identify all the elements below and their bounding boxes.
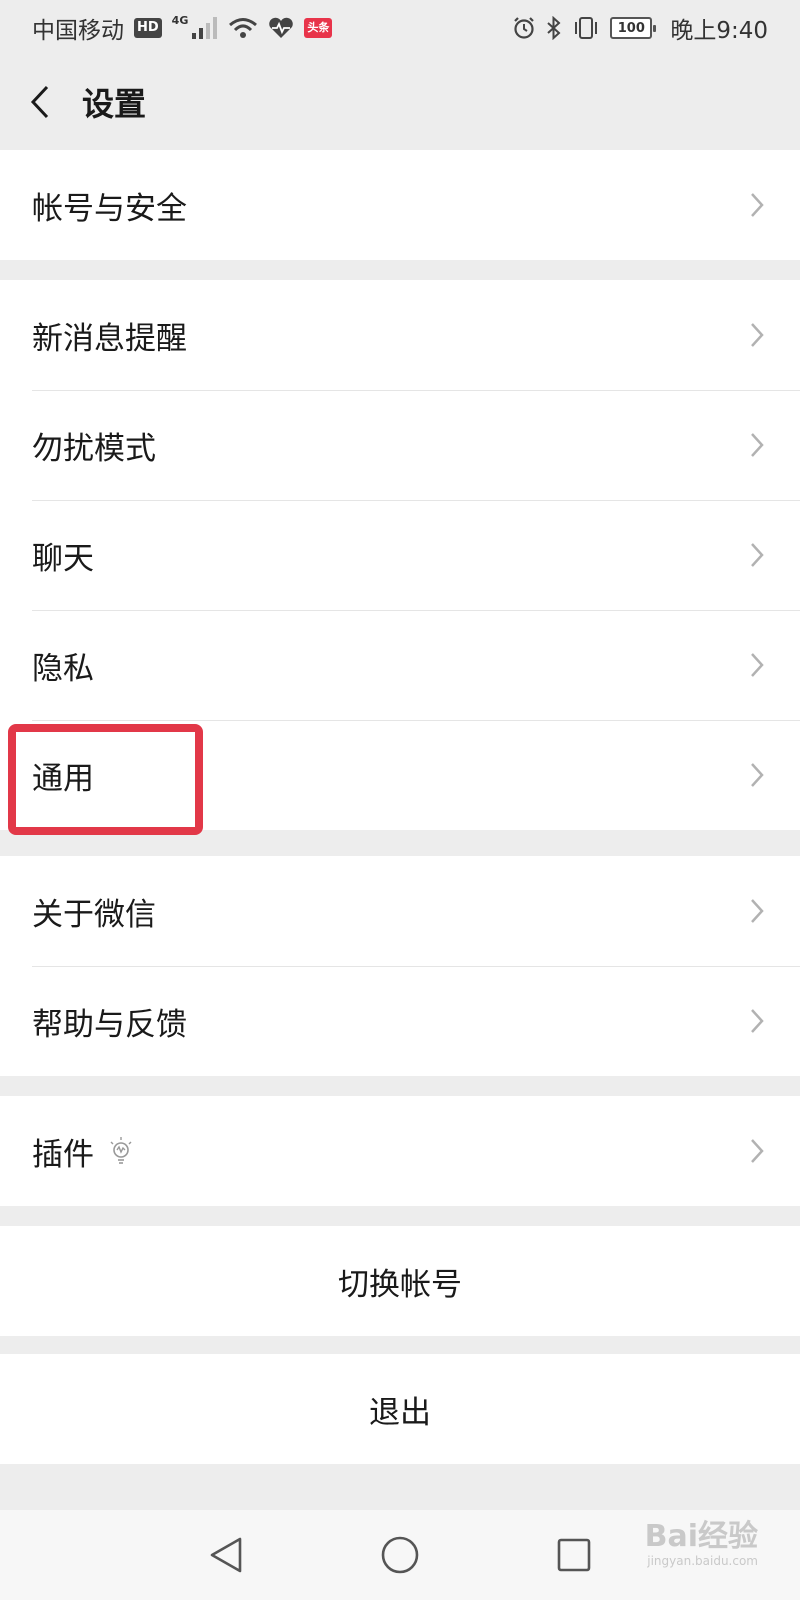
chevron-right-icon	[751, 1139, 764, 1163]
title-bar: 设置	[0, 56, 800, 148]
status-bar-right: 100 晚上9:40	[512, 11, 768, 45]
hd-icon: HD	[134, 18, 162, 38]
chevron-right-icon	[751, 323, 764, 347]
settings-item-label: 通用	[32, 760, 94, 797]
vibrate-icon	[575, 17, 598, 39]
settings-group-preferences: 新消息提醒 勿扰模式 聊天 隐私 通用	[0, 280, 800, 830]
settings-group-account: 帐号与安全	[0, 150, 800, 260]
carrier-name: 中国移动	[32, 18, 124, 44]
chevron-right-icon	[751, 433, 764, 457]
health-heart-icon	[269, 17, 294, 38]
settings-item-label: 聊天	[32, 540, 94, 577]
page-title: 设置	[82, 85, 147, 123]
status-bar: 中国移动 HD 4G 头条 100 晚上9:40	[0, 0, 800, 56]
switch-account-button[interactable]: 切换帐号	[0, 1226, 800, 1336]
settings-item-label: 隐私	[32, 650, 94, 687]
chevron-right-icon	[751, 543, 764, 567]
wifi-icon	[229, 18, 258, 38]
settings-item-label: 新消息提醒	[32, 320, 187, 357]
settings-item-privacy[interactable]: 隐私	[0, 610, 800, 720]
logout-label: 退出	[369, 1394, 431, 1431]
settings-item-label: 勿扰模式	[32, 430, 156, 467]
logout-group: 退出	[0, 1354, 800, 1464]
settings-item-plugins[interactable]: 插件	[0, 1096, 800, 1206]
chevron-right-icon	[751, 899, 764, 923]
circle-home-icon	[381, 1536, 419, 1574]
settings-item-label: 插件	[32, 1136, 94, 1173]
settings-screen: 中国移动 HD 4G 头条 100 晚上9:40 设置 帐号与安全 新消息提醒 …	[0, 0, 800, 1600]
logout-button[interactable]: 退出	[0, 1354, 800, 1464]
square-recents-icon	[557, 1538, 591, 1572]
settings-item-about-wechat[interactable]: 关于微信	[0, 856, 800, 966]
settings-item-do-not-disturb[interactable]: 勿扰模式	[0, 390, 800, 500]
settings-item-help-feedback[interactable]: 帮助与反馈	[0, 966, 800, 1076]
settings-group-about: 关于微信 帮助与反馈	[0, 856, 800, 1076]
chevron-right-icon	[751, 193, 764, 217]
settings-item-label: 帮助与反馈	[32, 1006, 187, 1043]
lightbulb-icon	[110, 1137, 132, 1164]
back-button[interactable]	[0, 56, 80, 148]
settings-item-account-security[interactable]: 帐号与安全	[0, 150, 800, 260]
settings-item-label: 关于微信	[32, 896, 156, 933]
settings-group-plugins: 插件	[0, 1096, 800, 1206]
status-bar-left: 中国移动 HD 4G 头条	[32, 11, 333, 45]
toutiao-icon: 头条	[304, 18, 333, 38]
network-type: 4G	[171, 13, 189, 27]
chevron-right-icon	[751, 1009, 764, 1033]
chevron-right-icon	[751, 653, 764, 677]
settings-item-chat[interactable]: 聊天	[0, 500, 800, 610]
settings-item-notifications[interactable]: 新消息提醒	[0, 280, 800, 390]
alarm-icon	[514, 17, 535, 39]
signal-icon	[192, 17, 218, 39]
watermark-main: Bai经验	[644, 1519, 758, 1554]
nav-back-button[interactable]	[204, 1533, 248, 1577]
nav-recents-button[interactable]	[552, 1533, 596, 1577]
switch-account-label: 切换帐号	[338, 1266, 462, 1303]
triangle-back-icon	[210, 1537, 242, 1573]
watermark-sub: jingyan.baidu.com	[647, 1554, 758, 1568]
bluetooth-icon	[547, 16, 561, 40]
baidu-jingyan-watermark: Bai经验 jingyan.baidu.com	[644, 1519, 758, 1569]
switch-account-group: 切换帐号	[0, 1226, 800, 1336]
chevron-right-icon	[751, 763, 764, 787]
settings-item-general[interactable]: 通用	[0, 720, 800, 830]
clock: 晚上9:40	[670, 18, 768, 44]
back-arrow-icon	[30, 85, 49, 119]
nav-home-button[interactable]	[378, 1533, 422, 1577]
settings-item-label: 帐号与安全	[32, 190, 187, 227]
battery-icon: 100	[610, 17, 657, 39]
